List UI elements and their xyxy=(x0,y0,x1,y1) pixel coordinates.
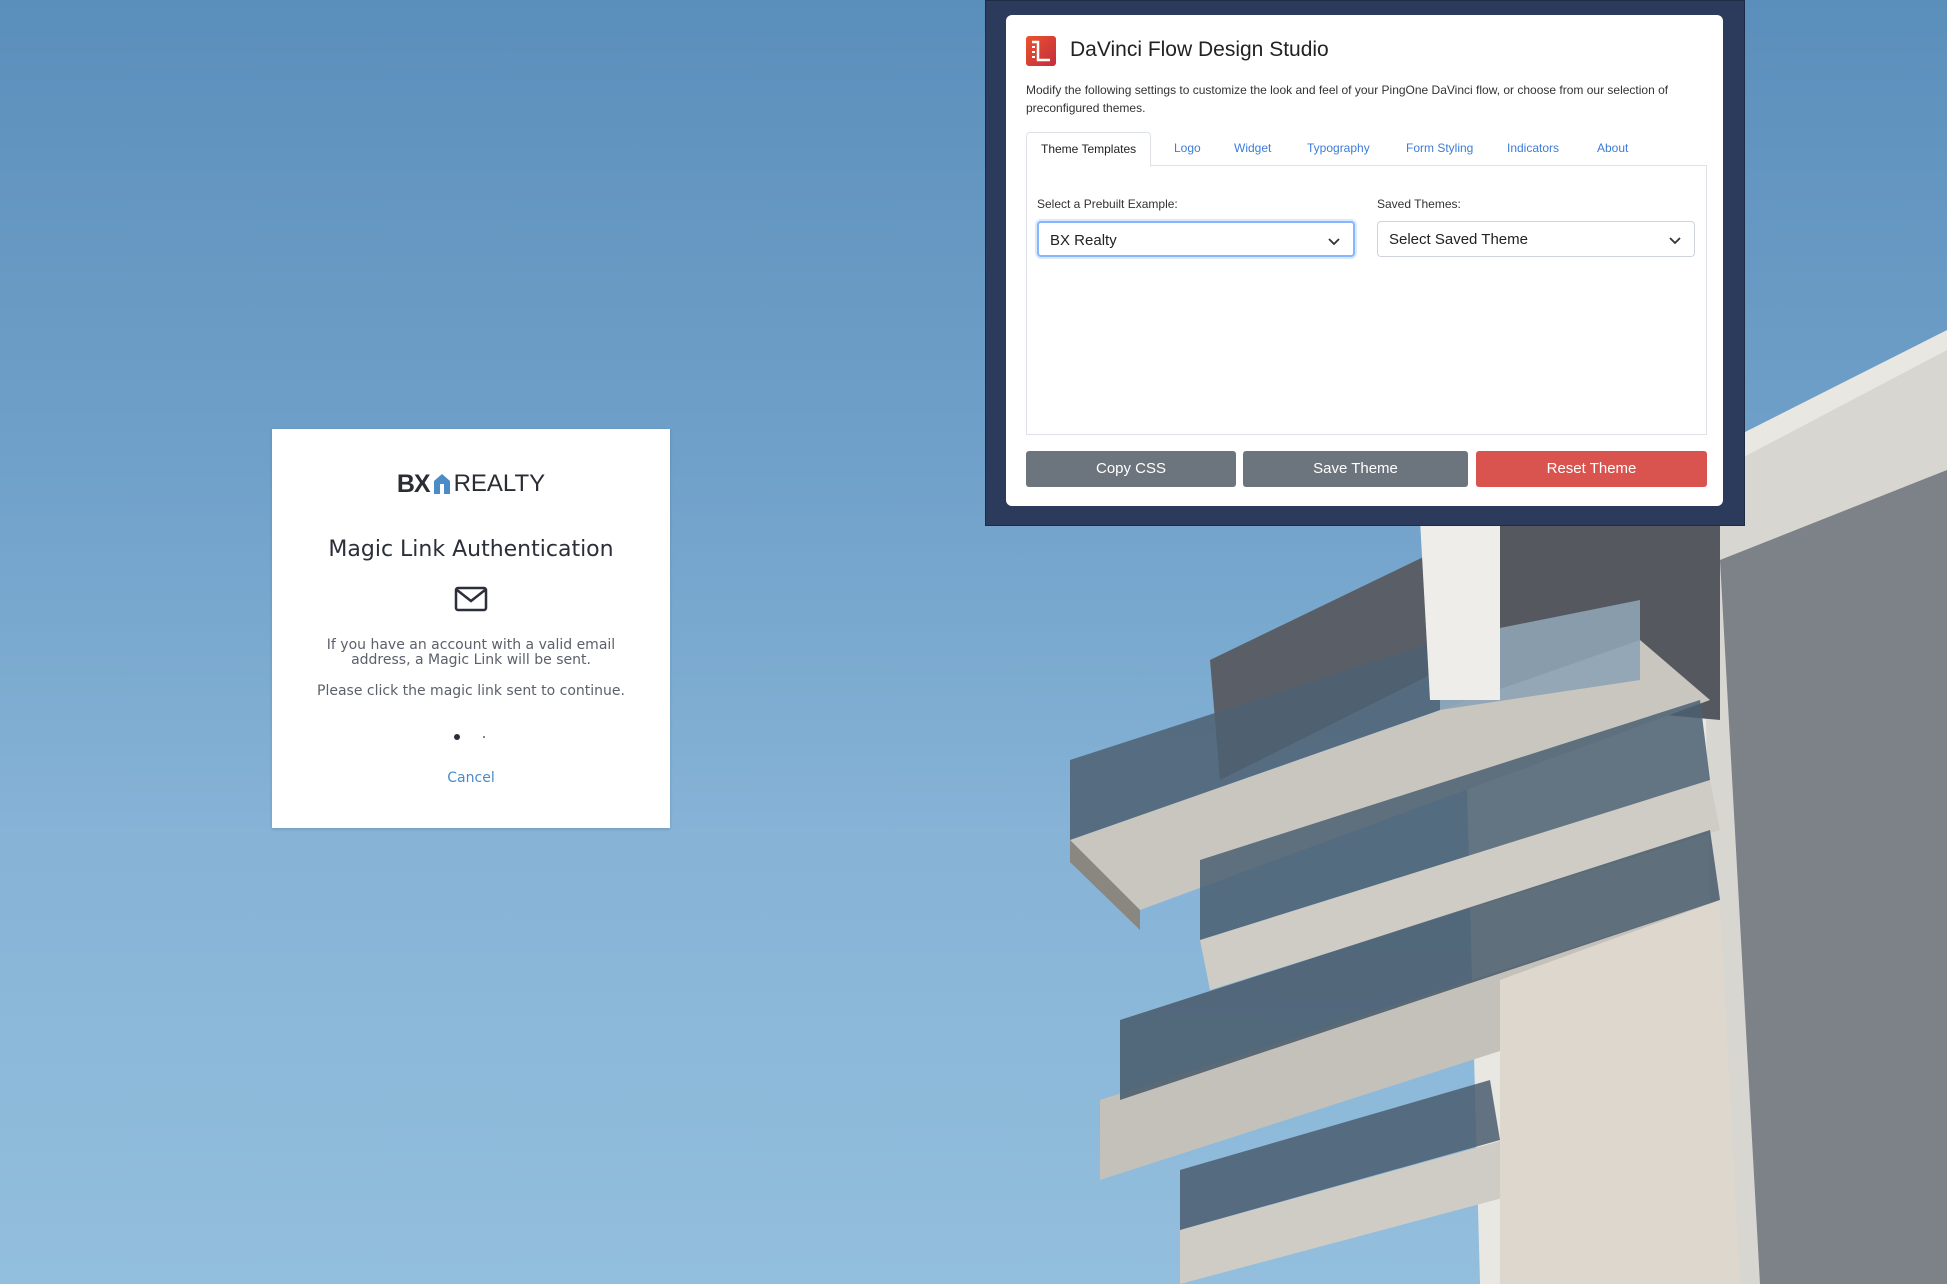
brand-logo-bx: BX xyxy=(396,469,431,498)
mail-icon xyxy=(454,586,488,612)
brand-logo: BX REALTY xyxy=(272,469,670,499)
studio-title: DaVinci Flow Design Studio xyxy=(1070,38,1329,61)
design-studio-frame: DaVinci Flow Design Studio Modify the fo… xyxy=(985,0,1745,526)
copy-css-button[interactable]: Copy CSS xyxy=(1026,451,1236,487)
tab-form-styling[interactable]: Form Styling xyxy=(1406,132,1473,166)
studio-description: Modify the following settings to customi… xyxy=(1026,83,1669,115)
brand-logo-realty: REALTY xyxy=(453,470,546,497)
tab-about[interactable]: About xyxy=(1597,132,1628,166)
saved-themes-select[interactable]: Select Saved Theme xyxy=(1377,221,1695,257)
prebuilt-example-label: Select a Prebuilt Example: xyxy=(1037,197,1178,211)
loading-dot xyxy=(483,736,485,738)
saved-themes-value: Select Saved Theme xyxy=(1389,231,1528,248)
tab-content: Select a Prebuilt Example: BX Realty Sav… xyxy=(1026,165,1707,435)
magic-link-instruction: Please click the magic link sent to cont… xyxy=(317,683,625,699)
cancel-link[interactable]: Cancel xyxy=(272,770,670,786)
tab-logo[interactable]: Logo xyxy=(1174,132,1201,166)
saved-themes-label: Saved Themes: xyxy=(1377,197,1461,211)
tab-typography[interactable]: Typography xyxy=(1307,132,1370,166)
prebuilt-example-select[interactable]: BX Realty xyxy=(1037,221,1355,257)
chevron-down-icon xyxy=(1669,237,1681,245)
tab-widget[interactable]: Widget xyxy=(1234,132,1271,166)
magic-link-message: If you have an account with a valid emai… xyxy=(326,637,616,668)
tab-indicators[interactable]: Indicators xyxy=(1507,132,1559,166)
design-studio-panel: DaVinci Flow Design Studio Modify the fo… xyxy=(1006,15,1723,506)
page-title: Magic Link Authentication xyxy=(328,537,614,562)
reset-theme-button[interactable]: Reset Theme xyxy=(1476,451,1707,487)
tab-bar: Theme Templates Logo Widget Typography F… xyxy=(1026,132,1707,167)
loading-dot xyxy=(454,734,460,740)
chevron-down-icon xyxy=(1328,238,1340,246)
save-theme-button[interactable]: Save Theme xyxy=(1243,451,1468,487)
prebuilt-example-value: BX Realty xyxy=(1050,232,1117,249)
login-card: BX REALTY Magic Link Authentication If y… xyxy=(272,429,670,828)
tab-theme-templates[interactable]: Theme Templates xyxy=(1026,132,1152,167)
house-icon xyxy=(433,474,450,494)
davinci-logo-icon xyxy=(1026,36,1056,66)
